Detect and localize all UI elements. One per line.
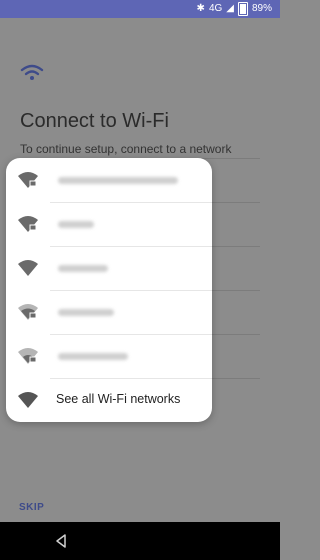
page-subtitle: To continue setup, connect to a network <box>20 142 232 156</box>
skip-button[interactable]: SKIP <box>19 502 44 513</box>
network-name-redacted <box>58 353 128 360</box>
wifi-locked-icon <box>18 348 38 364</box>
network-name-redacted <box>58 177 178 184</box>
navigation-bar <box>0 522 280 560</box>
battery-percent: 89% <box>251 3 272 14</box>
wifi-locked-icon <box>18 216 38 232</box>
network-row[interactable] <box>6 202 212 246</box>
wifi-locked-icon <box>18 172 38 188</box>
network-row[interactable] <box>6 246 212 290</box>
battery-icon <box>237 2 248 16</box>
wifi-icon <box>18 260 38 276</box>
network-name-redacted <box>58 265 108 272</box>
network-name-redacted <box>58 221 94 228</box>
network-type-label: 4G <box>208 3 223 14</box>
wifi-locked-icon <box>18 304 38 320</box>
network-row[interactable] <box>6 334 212 378</box>
network-row[interactable] <box>6 158 212 202</box>
signal-icon: ◢ <box>226 3 234 14</box>
network-row[interactable] <box>6 290 212 334</box>
see-all-networks-label: See all Wi-Fi networks <box>56 392 181 406</box>
network-list-popup: See all Wi-Fi networks <box>6 158 212 422</box>
status-bar: ✱ 4G ◢ 89% <box>0 0 280 18</box>
wifi-icon <box>18 392 38 408</box>
see-all-networks-button[interactable]: See all Wi-Fi networks <box>6 378 212 422</box>
screen: ✱ 4G ◢ 89% Connect to Wi-Fi To continue … <box>0 0 280 560</box>
wifi-icon <box>20 64 44 80</box>
bluetooth-icon: ✱ <box>196 3 205 14</box>
back-icon[interactable] <box>52 532 70 550</box>
network-name-redacted <box>58 309 114 316</box>
page-title: Connect to Wi-Fi <box>20 110 169 132</box>
